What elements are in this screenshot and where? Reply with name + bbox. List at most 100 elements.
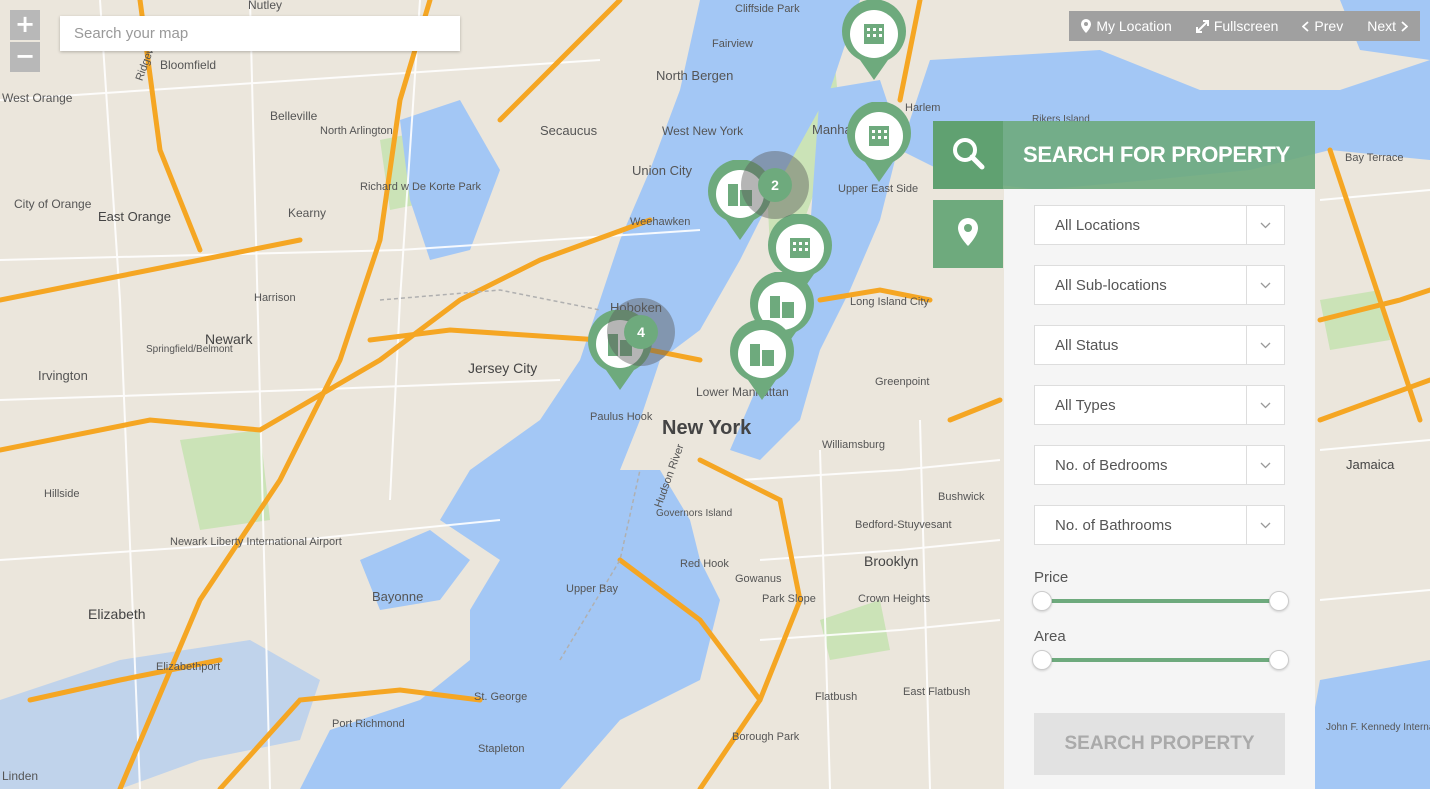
sub-locations-select[interactable]: All Sub-locations [1034, 265, 1285, 305]
map-label: Hillside [44, 488, 79, 500]
search-panel-header: SEARCH FOR PROPERTY [933, 121, 1315, 189]
map-label: Elizabethport [156, 661, 220, 673]
area-slider[interactable] [1032, 650, 1289, 670]
map-label: Paulus Hook [590, 411, 653, 423]
chevron-down-icon [1246, 326, 1284, 364]
types-select[interactable]: All Types [1034, 385, 1285, 425]
search-panel-title: SEARCH FOR PROPERTY [1023, 142, 1290, 167]
map-label: Weehawken [630, 216, 690, 228]
chevron-down-icon [1246, 506, 1284, 544]
map-marker-icon [958, 217, 978, 251]
chevron-down-icon [1246, 386, 1284, 424]
search-panel: All Locations All Sub-locations All Stat… [1004, 189, 1315, 789]
map-label: Bushwick [938, 491, 985, 503]
select-value: No. of Bedrooms [1055, 456, 1168, 474]
next-label: Next [1367, 18, 1396, 34]
price-min-handle[interactable] [1032, 591, 1052, 611]
map-label: Cliffside Park [735, 3, 800, 15]
map-label: Harrison [254, 292, 296, 304]
search-property-button[interactable]: SEARCH PROPERTY [1034, 713, 1285, 775]
map-label: Jamaica [1346, 457, 1395, 472]
area-label: Area [1034, 628, 1066, 645]
bedrooms-select[interactable]: No. of Bedrooms [1034, 445, 1285, 485]
map-label: Belleville [270, 109, 318, 123]
map-label: Greenpoint [875, 376, 929, 388]
cluster-count: 4 [637, 324, 645, 340]
map-label: Bloomfield [160, 58, 216, 72]
map-label: Park Slope [762, 593, 816, 605]
zoom-out-button[interactable]: − [10, 42, 40, 72]
location-tab[interactable] [933, 200, 1003, 268]
map-label: East Orange [98, 209, 171, 224]
price-label: Price [1034, 569, 1069, 586]
search-tab[interactable] [933, 121, 1003, 189]
select-value: All Types [1055, 396, 1116, 414]
map-label: New York [662, 417, 752, 439]
marker-cluster[interactable]: 4 [606, 297, 676, 372]
map-label: Long Island City [850, 296, 929, 308]
property-marker[interactable] [840, 0, 908, 87]
map-label: Secaucus [540, 123, 598, 138]
locations-select[interactable]: All Locations [1034, 205, 1285, 245]
map-label: Red Hook [680, 558, 729, 570]
chevron-down-icon [1246, 446, 1284, 484]
map-label: East Flatbush [903, 686, 970, 698]
map-label: Port Richmond [332, 718, 405, 730]
map-label: Brooklyn [864, 553, 918, 569]
marker-cluster[interactable]: 2 [740, 150, 810, 225]
area-max-handle[interactable] [1269, 650, 1289, 670]
map-label: North Arlington [320, 125, 393, 137]
cluster-count: 2 [771, 177, 779, 193]
chevron-right-icon [1401, 20, 1408, 32]
map-label: Borough Park [732, 731, 800, 743]
map-label: Crown Heights [858, 593, 931, 605]
map-label: Newark Liberty International Airport [170, 536, 342, 548]
area-min-handle[interactable] [1032, 650, 1052, 670]
chevron-down-icon [1246, 266, 1284, 304]
map-label: West Orange [2, 91, 73, 105]
prev-label: Prev [1314, 18, 1344, 34]
map-label: Bay Terrace [1345, 152, 1404, 164]
bathrooms-select[interactable]: No. of Bathrooms [1034, 505, 1285, 545]
map-label: Union City [632, 163, 692, 178]
map-label: Gowanus [735, 573, 782, 585]
map-label: John F. Kennedy International Airport [1326, 722, 1430, 733]
chevron-left-icon [1302, 20, 1310, 32]
map-label: Stapleton [478, 743, 524, 755]
map-label: Bayonne [372, 589, 423, 604]
select-value: All Sub-locations [1055, 276, 1167, 294]
map-label: City of Orange [14, 197, 92, 211]
property-marker[interactable] [728, 319, 796, 407]
map-label: Flatbush [815, 691, 857, 703]
map-label: Bedford-Stuyvesant [855, 519, 952, 531]
property-marker[interactable] [845, 101, 913, 189]
map-toolbar: My Location Fullscreen Prev Next [1069, 11, 1420, 41]
location-pin-icon [1081, 19, 1092, 33]
chevron-down-icon [1246, 206, 1284, 244]
expand-icon [1195, 19, 1209, 33]
map-label: Richard w De Korte Park [360, 181, 482, 193]
status-select[interactable]: All Status [1034, 325, 1285, 365]
fullscreen-button[interactable]: Fullscreen [1184, 11, 1291, 41]
map-label: Irvington [38, 368, 88, 383]
select-value: No. of Bathrooms [1055, 516, 1172, 534]
fullscreen-label: Fullscreen [1213, 18, 1279, 34]
zoom-in-button[interactable]: + [10, 10, 40, 40]
map-label: Williamsburg [822, 439, 885, 451]
price-slider[interactable] [1032, 591, 1289, 611]
price-max-handle[interactable] [1269, 591, 1289, 611]
map-label: Springfield/Belmont [146, 344, 233, 355]
select-value: All Locations [1055, 216, 1141, 234]
next-button[interactable]: Next [1355, 11, 1420, 41]
select-value: All Status [1055, 336, 1119, 354]
map-search-input[interactable] [60, 16, 460, 51]
map-label: Elizabeth [88, 606, 146, 622]
map-label: Nutley [248, 0, 282, 12]
search-icon [951, 136, 985, 175]
map-label: St. George [474, 691, 527, 703]
my-location-label: My Location [1096, 18, 1172, 34]
prev-button[interactable]: Prev [1290, 11, 1355, 41]
my-location-button[interactable]: My Location [1069, 11, 1183, 41]
map-label: North Bergen [656, 68, 733, 83]
map-label: Kearny [288, 206, 326, 220]
